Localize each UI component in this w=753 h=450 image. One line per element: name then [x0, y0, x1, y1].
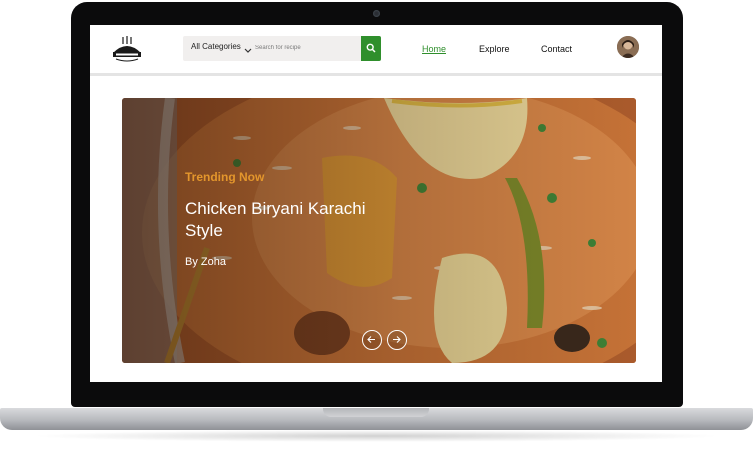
search-button[interactable] — [361, 36, 381, 61]
carousel-prev-button[interactable] — [362, 330, 382, 350]
recipe-author: By Zoha — [185, 256, 226, 268]
nav-link-explore[interactable]: Explore — [479, 44, 510, 54]
arrow-left-icon — [367, 336, 375, 343]
hero-caption: Trending Now Chicken Biryani Karachi Sty… — [185, 170, 405, 268]
category-select[interactable]: All Categories — [191, 42, 241, 51]
search-icon — [366, 43, 376, 53]
webcam — [373, 10, 380, 17]
trending-label: Trending Now — [185, 170, 265, 184]
site-logo[interactable] — [110, 35, 144, 63]
nav-link-home[interactable]: Home — [422, 44, 446, 54]
search-bar: All Categories — [183, 36, 381, 61]
search-input[interactable] — [255, 41, 355, 55]
chevron-down-icon[interactable] — [243, 42, 253, 53]
carousel-next-button[interactable] — [387, 330, 407, 350]
laptop-shadow — [30, 430, 723, 442]
nav-link-contact[interactable]: Contact — [541, 44, 572, 54]
user-avatar[interactable] — [617, 36, 639, 58]
laptop-hinge-notch — [323, 408, 429, 417]
arrow-right-icon — [393, 336, 401, 343]
browser-screen: All Categories Home Explore Contact — [90, 25, 662, 382]
navbar: All Categories Home Explore Contact — [90, 25, 662, 76]
recipe-title[interactable]: Chicken Biryani Karachi Style — [185, 198, 405, 242]
hero-carousel: Trending Now Chicken Biryani Karachi Sty… — [122, 98, 636, 363]
